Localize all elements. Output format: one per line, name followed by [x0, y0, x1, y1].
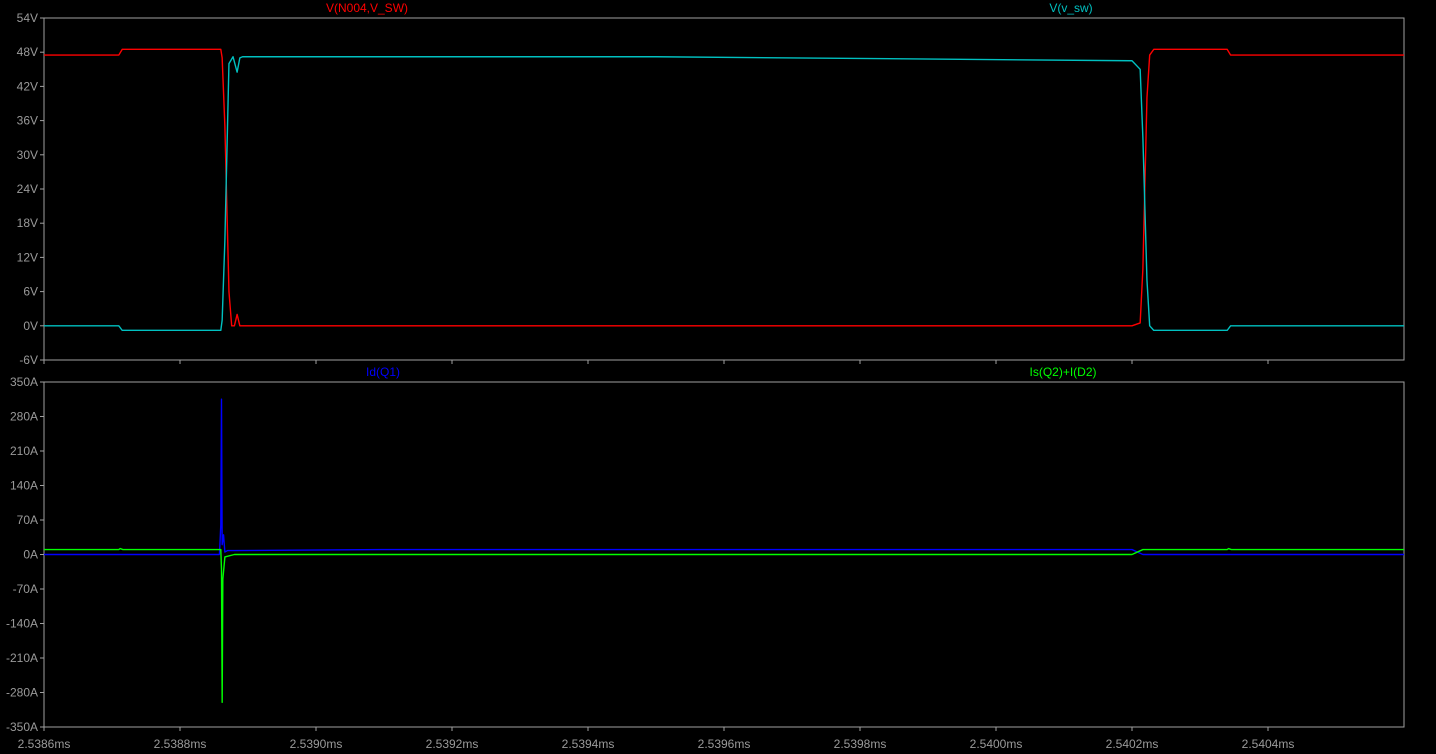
y-tick-label: 12V [17, 250, 38, 264]
y-tick-label: 210A [10, 444, 38, 458]
current-pane[interactable]: -350A -280A -210A -140A -70A 0A 70A 140A 210A 280… [6, 365, 1405, 751]
y-tick-label: 0V [23, 319, 38, 333]
voltage-pane[interactable]: -6V 0V 6V 12V 18V 24V 30V 36V 42V 48V 54V V(N004,V_… [17, 1, 1405, 367]
x-tick-label: 2.5386ms [18, 737, 71, 751]
x-tick-label: 2.5390ms [290, 737, 343, 751]
x-tick-label: 2.5396ms [698, 737, 751, 751]
series-line-id-q1-[interactable] [44, 398, 1404, 556]
y-tick-label: 350A [10, 375, 38, 389]
y-tick-label: -350A [6, 720, 38, 734]
legend-label[interactable]: Id(Q1) [366, 365, 400, 379]
y-tick-label: 36V [17, 114, 38, 128]
y-tick-label: 6V [23, 285, 38, 299]
y-tick-label: -140A [6, 617, 38, 631]
x-tick-label: 2.5402ms [1106, 737, 1159, 751]
x-tick-label: 2.5400ms [970, 737, 1023, 751]
x-tick-label: 2.5404ms [1242, 737, 1295, 751]
y-tick-label: 54V [17, 11, 38, 25]
x-tick-label: 2.5388ms [154, 737, 207, 751]
x-tick-label: 2.5394ms [562, 737, 615, 751]
series-line-v-n004-v-sw-[interactable] [44, 48, 1404, 327]
legend-label[interactable]: V(N004,V_SW) [326, 1, 408, 15]
x-tick-label: 2.5392ms [426, 737, 479, 751]
y-tick-label: -6V [19, 353, 38, 367]
y-tick-label: 140A [10, 479, 38, 493]
y-tick-label: 280A [10, 410, 38, 424]
y-tick-label: 70A [17, 513, 38, 527]
y-tick-label: 0A [23, 548, 38, 562]
y-tick-label: 24V [17, 182, 38, 196]
y-tick-label: 42V [17, 79, 38, 93]
y-tick-label: -210A [6, 651, 38, 665]
x-tick-label: 2.5398ms [834, 737, 887, 751]
y-tick-label: 48V [17, 45, 38, 59]
y-tick-label: 18V [17, 216, 38, 230]
legend-label[interactable]: V(v_sw) [1049, 1, 1092, 15]
legend-label[interactable]: Is(Q2)+I(D2) [1029, 365, 1096, 379]
series-line-v-v-sw-[interactable] [44, 56, 1404, 332]
series-line-is-q2-i-d2-[interactable] [44, 547, 1404, 704]
plot-frame-top [43, 17, 1405, 361]
y-tick-label: 30V [17, 148, 38, 162]
y-tick-label: -280A [6, 686, 38, 700]
waveform-plot: -6V 0V 6V 12V 18V 24V 30V 36V 42V 48V 54V V(N004,V_… [6, 1, 1405, 751]
y-tick-label: -70A [13, 582, 38, 596]
